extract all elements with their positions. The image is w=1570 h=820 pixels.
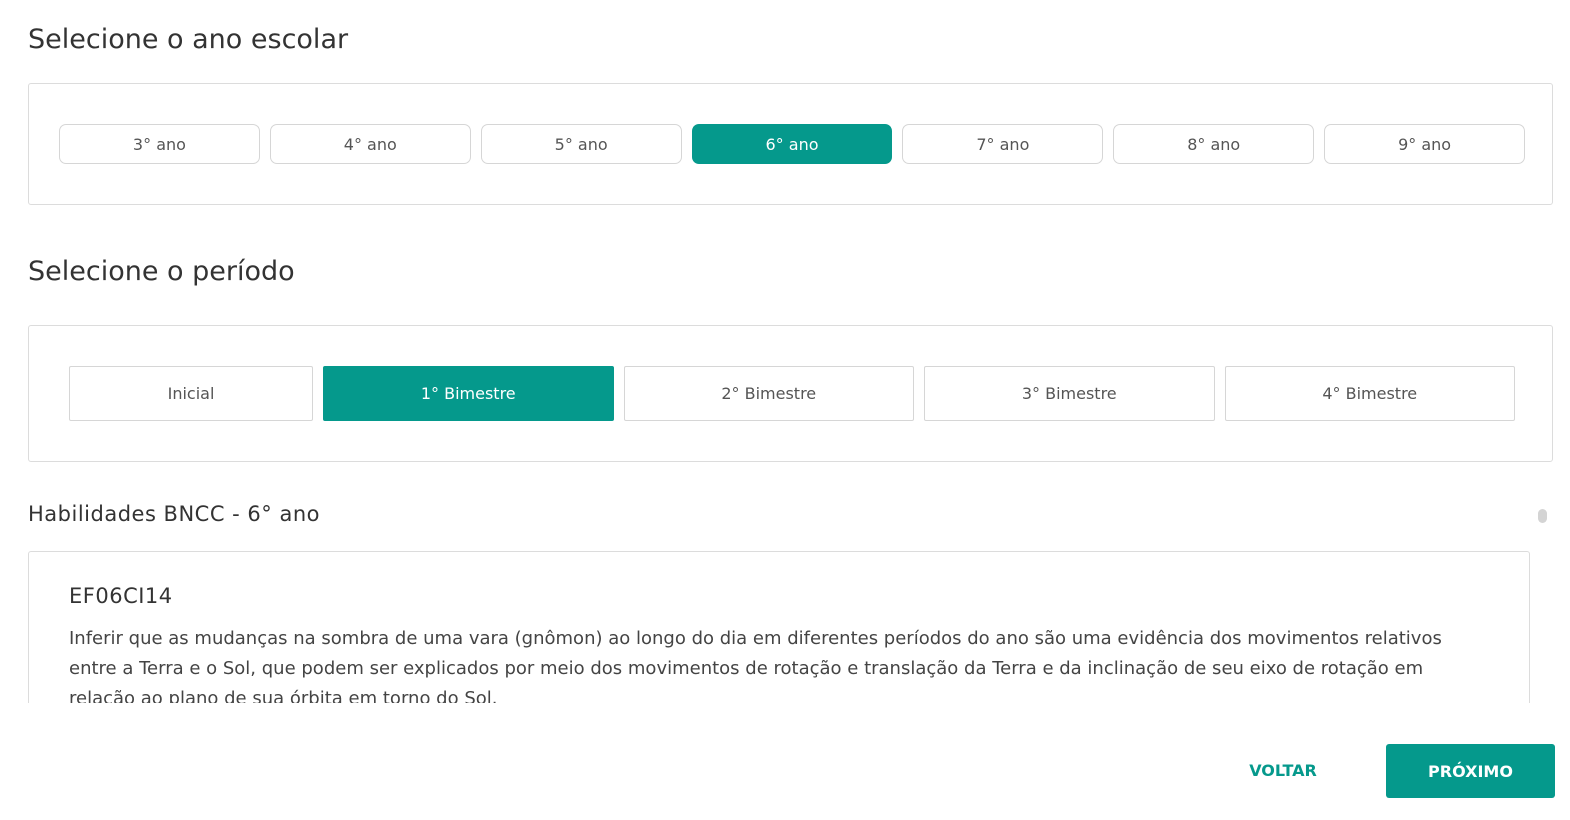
skill-code: EF06CI14 [69,584,173,608]
skill-card[interactable]: EF06CI14 Inferir que as mudanças na somb… [28,551,1530,703]
year-option-6[interactable]: 6° ano [691,124,893,164]
period-option-bimestre-1[interactable]: 1° Bimestre [323,366,614,421]
skills-scrollbar-thumb[interactable] [1538,509,1547,523]
back-button[interactable]: VOLTAR [1230,744,1336,796]
year-option-8[interactable]: 8° ano [1113,124,1315,164]
year-option-5[interactable]: 5° ano [480,124,682,164]
skill-description: Inferir que as mudanças na sombra de uma… [69,628,1442,703]
period-option-bimestre-2[interactable]: 2° Bimestre [623,366,914,421]
skills-section-title: Habilidades BNCC - 6° ano [28,502,320,526]
year-option-4[interactable]: 4° ano [269,124,471,164]
year-selector-panel: 3° ano 4° ano 5° ano 6° ano 7° ano 8° an… [28,83,1553,205]
period-option-bimestre-4[interactable]: 4° Bimestre [1224,366,1515,421]
year-option-9[interactable]: 9° ano [1324,124,1526,164]
year-options: 3° ano 4° ano 5° ano 6° ano 7° ano 8° an… [59,124,1526,164]
next-button[interactable]: PRÓXIMO [1386,744,1555,798]
year-option-7[interactable]: 7° ano [902,124,1104,164]
skills-list[interactable]: EF06CI14 Inferir que as mudanças na somb… [28,551,1530,703]
period-option-inicial[interactable]: Inicial [69,366,313,421]
year-option-3[interactable]: 3° ano [59,124,260,164]
year-section-title: Selecione o ano escolar [28,24,349,55]
period-section-title: Selecione o período [28,256,295,287]
period-options: Inicial 1° Bimestre 2° Bimestre 3° Bimes… [69,366,1515,421]
period-selector-panel: Inicial 1° Bimestre 2° Bimestre 3° Bimes… [28,325,1553,462]
period-option-bimestre-3[interactable]: 3° Bimestre [924,366,1215,421]
